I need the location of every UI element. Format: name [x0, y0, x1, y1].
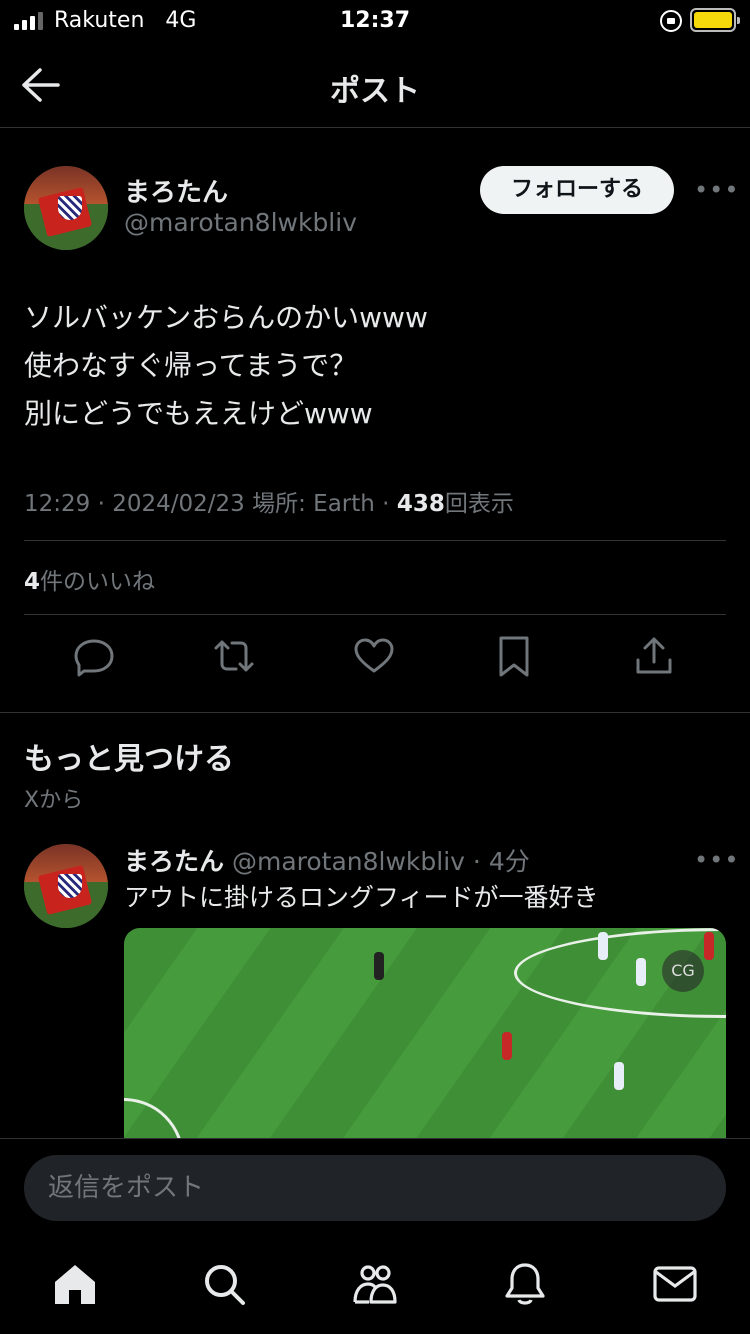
- bottom-tab-bar: [0, 1236, 750, 1334]
- more-options-icon[interactable]: •••: [694, 176, 739, 204]
- pitch-marking: [124, 1098, 184, 1138]
- page-title: ポスト: [330, 74, 420, 109]
- player-red: [704, 932, 714, 960]
- recommended-author-handle[interactable]: @marotan8lwkbliv: [232, 847, 465, 876]
- like-count: 4: [24, 569, 41, 595]
- discover-more-heading: もっと見つける: [24, 742, 234, 777]
- post-text: ソルバッケンおらんのかいwww 使わなすぐ帰ってまうで？ 別にどうでもええけどw…: [24, 294, 724, 438]
- like-heart-icon[interactable]: [352, 634, 396, 678]
- divider: [24, 614, 726, 615]
- share-icon[interactable]: [632, 634, 676, 678]
- player-red: [502, 1032, 512, 1060]
- referee: [374, 952, 384, 980]
- communities-icon[interactable]: [351, 1260, 399, 1308]
- recommended-post-header[interactable]: まろたん @marotan8lwkbliv · 4分: [124, 842, 530, 878]
- player-white: [614, 1062, 624, 1090]
- reply-input[interactable]: 返信をポスト: [24, 1155, 726, 1221]
- post-actions: [0, 634, 750, 684]
- status-time: 12:37: [339, 8, 411, 33]
- orientation-lock-icon: [660, 10, 682, 32]
- recommended-post-text: アウトに掛けるロングフィードが一番好き: [124, 883, 599, 912]
- top-header: ポスト: [0, 44, 750, 128]
- battery-icon: [690, 8, 740, 32]
- search-icon[interactable]: [200, 1260, 248, 1308]
- author-handle[interactable]: @marotan8lwkbliv: [124, 208, 357, 237]
- follow-button[interactable]: フォローする: [480, 166, 674, 214]
- reply-bar: 返信をポスト: [0, 1138, 750, 1236]
- view-count: 438: [396, 491, 445, 517]
- bookmark-icon[interactable]: [492, 634, 536, 678]
- recommended-post-age: 4分: [488, 847, 530, 876]
- post-location: 場所: Earth: [252, 491, 375, 517]
- recommended-more-options-icon[interactable]: •••: [694, 846, 739, 874]
- discover-more-subtitle: Xから: [24, 788, 84, 813]
- post-text-line: ソルバッケンおらんのかいwww: [24, 301, 428, 334]
- author-avatar[interactable]: [24, 166, 108, 250]
- notifications-bell-icon[interactable]: [501, 1260, 549, 1308]
- reply-icon[interactable]: [72, 634, 116, 678]
- post-text-line: 別にどうでもええけどwww: [24, 397, 373, 430]
- recommended-author-avatar[interactable]: [24, 844, 108, 928]
- post-metadata: 12:29 · 2024/02/23 場所: Earth · 438回表示: [24, 491, 514, 517]
- post-text-line: 使わなすぐ帰ってまうで？: [24, 349, 358, 382]
- post-date: 2024/02/23: [112, 491, 245, 517]
- divider: [24, 540, 726, 541]
- video-watermark: CG: [662, 950, 704, 992]
- recommended-post-video[interactable]: CG: [124, 928, 726, 1138]
- section-divider: [0, 712, 750, 713]
- recommended-author-name[interactable]: まろたん: [124, 847, 224, 876]
- like-label: 件のいいね: [40, 569, 156, 595]
- home-icon[interactable]: [51, 1260, 99, 1308]
- status-bar: Rakuten 4G 12:37: [0, 0, 750, 44]
- post-time: 12:29: [24, 491, 91, 517]
- player-white: [636, 958, 646, 986]
- likes-summary[interactable]: 4件のいいね: [24, 562, 155, 596]
- player-white: [598, 932, 608, 960]
- messages-envelope-icon[interactable]: [651, 1260, 699, 1308]
- author-name[interactable]: まろたん: [124, 172, 228, 209]
- view-label: 回表示: [444, 491, 514, 517]
- repost-icon[interactable]: [212, 634, 256, 678]
